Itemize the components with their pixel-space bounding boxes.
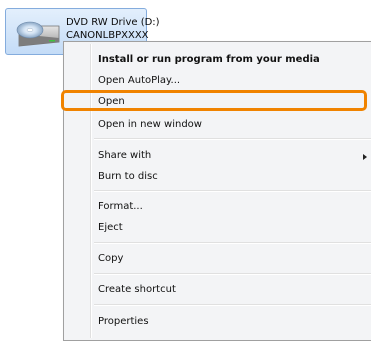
menu-icon-gutter: [90, 44, 92, 338]
menu-item-create-shortcut[interactable]: Create shortcut: [98, 284, 176, 295]
menu-item-open-autoplay[interactable]: Open AutoPlay...: [98, 75, 180, 86]
drive-name: DVD RW Drive (D:): [66, 17, 160, 28]
menu-item-open-in-new-window[interactable]: Open in new window: [98, 119, 202, 130]
menu-item-copy[interactable]: Copy: [98, 253, 123, 264]
menu-item-install-or-run[interactable]: Install or run program from your media: [98, 54, 320, 65]
share-with-label: Share with: [98, 150, 152, 161]
menu-item-open[interactable]: Open: [98, 96, 125, 107]
menu-item-burn-to-disc[interactable]: Burn to disc: [98, 171, 158, 182]
optical-drive-icon: [16, 21, 60, 47]
menu-item-share-with[interactable]: Share with: [98, 150, 151, 161]
menu-separator: [94, 190, 371, 192]
context-menu: Install or run program from your media O…: [61, 41, 371, 341]
menu-item-format[interactable]: Format...: [98, 201, 143, 212]
menu-item-eject[interactable]: Eject: [98, 222, 123, 233]
menu-separator: [94, 242, 371, 244]
menu-separator: [94, 138, 371, 140]
submenu-arrow-icon: [363, 154, 367, 160]
menu-separator: [94, 273, 371, 275]
drive-volume-label: CANONLBPXXXX: [66, 30, 149, 41]
menu-item-properties[interactable]: Properties: [98, 316, 149, 327]
menu-separator: [94, 304, 371, 306]
